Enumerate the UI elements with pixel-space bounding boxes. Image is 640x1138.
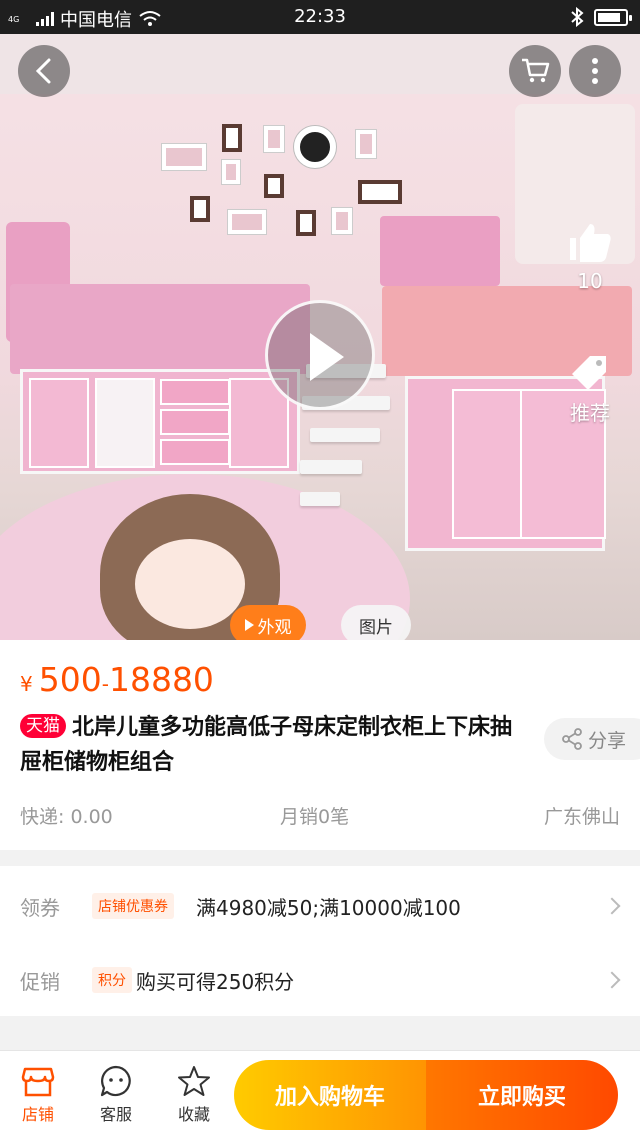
points-tag: 积分 (92, 967, 132, 993)
tab-exterior-label: 外观 (257, 617, 292, 638)
favorite-label: 收藏 (177, 1105, 210, 1124)
ship-from-location: 广东佛山 (543, 806, 620, 828)
more-button[interactable] (569, 45, 621, 97)
customer-service-button[interactable]: 客服 (86, 1061, 146, 1125)
promotions-section: 领券 店铺优惠券 满4980减50;满10000减100 促销 积分 购买可得2… (0, 866, 640, 1016)
cart-button[interactable] (509, 45, 561, 97)
tab-exterior[interactable]: 外观 (230, 605, 306, 640)
price: ¥ 500 - 18880 (20, 660, 214, 699)
chat-icon (100, 1065, 131, 1097)
battery-level (598, 12, 620, 22)
tab-pictures-label: 图片 (359, 617, 393, 638)
chevron-left-icon (35, 58, 51, 84)
recommend-button[interactable]: 推荐 (560, 352, 620, 426)
play-video-button[interactable] (265, 300, 375, 410)
product-title: 天猫 北岸儿童多功能高低子母床定制衣柜上下床抽屉柜储物柜组合 (20, 710, 530, 780)
clock-time: 22:33 (294, 6, 346, 27)
bottom-action-bar: 店铺 客服 收藏 加入购物车 立即购买 (0, 1050, 640, 1138)
chevron-right-icon (603, 971, 621, 989)
currency-symbol: ¥ (20, 672, 33, 696)
product-info: ¥ 500 - 18880 天猫 北岸儿童多功能高低子母床定制衣柜上下床抽屉柜储物… (0, 640, 640, 850)
price-high: 18880 (108, 660, 214, 699)
star-icon (178, 1066, 210, 1096)
battery-icon (594, 8, 632, 26)
share-label: 分享 (588, 729, 627, 752)
cart-icon (522, 58, 550, 83)
promo-label: 促销 (20, 969, 60, 994)
promo-text: 购买可得250积分 (136, 969, 295, 994)
share-icon (562, 728, 582, 750)
tag-icon (572, 356, 606, 390)
status-bar: 4G 中国电信 22:33 (0, 0, 640, 34)
coupon-text: 满4980减50;满10000减100 (196, 895, 461, 920)
shop-label: 店铺 (21, 1105, 54, 1124)
shop-button[interactable]: 店铺 (8, 1061, 68, 1125)
tmall-badge: 天猫 (20, 714, 66, 738)
recommend-label: 推荐 (570, 401, 610, 425)
monthly-sales: 月销0笔 (280, 806, 350, 828)
price-separator: - (101, 672, 109, 696)
back-button[interactable] (18, 45, 70, 97)
product-title-text: 北岸儿童多功能高低子母床定制衣柜上下床抽屉柜储物柜组合 (20, 715, 513, 775)
more-vertical-icon (592, 58, 598, 84)
thumbs-up-icon (570, 224, 611, 262)
tab-pictures[interactable]: 图片 (341, 605, 411, 640)
bluetooth-icon (571, 7, 584, 27)
coupon-label: 领券 (20, 895, 60, 920)
customer-service-label: 客服 (99, 1105, 132, 1124)
store-icon (21, 1067, 55, 1097)
product-image[interactable]: 10 推荐 外观 图片 (0, 34, 640, 640)
chevron-right-icon (603, 897, 621, 915)
share-button[interactable]: 分享 (544, 718, 640, 760)
promo-row[interactable]: 促销 积分 购买可得250积分 (0, 944, 640, 1016)
play-triangle-icon (244, 619, 254, 631)
like-count: 10 (577, 269, 603, 293)
add-to-cart-button[interactable]: 加入购物车 (234, 1060, 426, 1130)
like-button[interactable]: 10 (562, 220, 618, 293)
coupon-row[interactable]: 领券 店铺优惠券 满4980减50;满10000减100 (0, 870, 640, 942)
buy-now-button[interactable]: 立即购买 (426, 1060, 618, 1130)
favorite-button[interactable]: 收藏 (164, 1061, 224, 1125)
store-coupon-tag: 店铺优惠券 (92, 893, 174, 919)
shipping-fee: 快递: 0.00 (20, 806, 113, 828)
price-low: 500 (38, 660, 102, 699)
